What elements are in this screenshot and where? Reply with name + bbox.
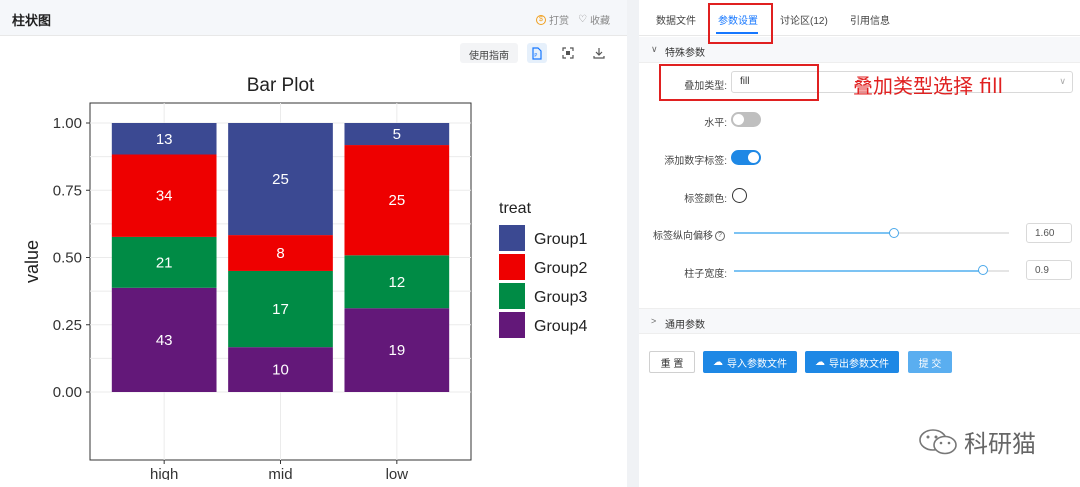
chart-panel: 柱状图 $ 打赏 ♡ 收藏 使用指南 P 43 21 34 13 high 10 17 8 25… [0, 0, 627, 487]
bar-width-input[interactable]: 0.9 [1026, 260, 1072, 280]
data-label: 5 [393, 126, 401, 143]
data-label: 25 [388, 192, 405, 209]
bar-width-label: 柱子宽度: [684, 269, 727, 280]
tab-data-file[interactable]: 数据文件 [656, 12, 696, 27]
data-label: 12 [388, 274, 405, 291]
annotation-box-stack-type [659, 64, 819, 101]
y-axis-label: value [22, 240, 42, 283]
special-params-section[interactable]: ∨ 特殊参数 [639, 37, 1080, 63]
y-tick-label: 0.75 [53, 182, 82, 199]
watermark: 科研猫 [918, 424, 1036, 459]
bar-width-handle[interactable] [978, 265, 988, 275]
import-label: 导入参数文件 [727, 358, 787, 370]
wechat-icon [919, 428, 957, 454]
reset-label: 重 置 [660, 358, 684, 370]
annotation-text: 叠加类型选择 fill [853, 74, 1004, 98]
horizontal-label: 水平: [704, 118, 727, 129]
x-tick-label: low [386, 466, 409, 480]
tab-citation[interactable]: 引用信息 [850, 12, 890, 27]
legend-label: Group2 [534, 260, 587, 277]
cloud-download-icon: ☁ [815, 356, 825, 368]
data-label: 19 [388, 342, 405, 359]
cloud-upload-icon: ☁ [713, 356, 723, 368]
help-icon[interactable]: ? [715, 231, 725, 242]
special-params-label: 特殊参数 [665, 48, 705, 59]
file-icon[interactable]: P [527, 43, 547, 63]
app-root: 柱状图 $ 打赏 ♡ 收藏 使用指南 P 43 21 34 13 high 10 17 8 25… [0, 0, 1080, 487]
y-tick-label: 0.25 [53, 317, 82, 334]
y-tick-label: 0.00 [53, 384, 82, 401]
download-icon[interactable] [589, 43, 609, 63]
label-offset-fill [734, 232, 894, 234]
page-title: 柱状图 [12, 13, 52, 28]
data-label: 21 [156, 254, 173, 271]
chart-panel-header: 柱状图 $ 打赏 ♡ 收藏 [0, 0, 627, 36]
chevron-right-icon: > [651, 316, 657, 326]
legend-label: Group4 [534, 318, 587, 335]
y-tick-label: 1.00 [53, 115, 82, 132]
guide-button[interactable]: 使用指南 [460, 43, 518, 63]
general-params-section[interactable]: > 通用参数 [639, 308, 1080, 334]
tab-bar: 数据文件 参数设置 讨论区(12) 引用信息 [639, 0, 1080, 36]
bar-chart: 43 21 34 13 high 10 17 8 25 mid 19 12 25 5 low 0.00 0.25… [22, 75, 587, 480]
chevron-down-icon: ∨ [1059, 76, 1066, 86]
data-label: 17 [272, 301, 289, 318]
legend-label: Group1 [534, 231, 587, 248]
x-tick-label: high [150, 466, 178, 480]
annotation-box-tab [708, 3, 773, 44]
legend-swatch [499, 225, 525, 251]
data-label: 10 [272, 362, 289, 379]
data-label: 34 [156, 188, 173, 205]
bar-width-fill [734, 270, 983, 272]
add-labels-label: 添加数字标签: [664, 156, 727, 167]
add-labels-toggle[interactable] [731, 150, 761, 165]
data-label: 8 [276, 245, 284, 262]
submit-label: 提 交 [918, 358, 942, 370]
legend-label: Group3 [534, 289, 587, 306]
label-color-label: 标签颜色: [684, 194, 727, 205]
reward-label: 打赏 [549, 16, 569, 27]
expand-icon[interactable] [558, 43, 578, 63]
label-color-picker[interactable] [732, 188, 747, 203]
label-offset-label: 标签纵向偏移 [653, 231, 713, 242]
legend-swatch [499, 254, 525, 280]
submit-button[interactable]: 提 交 [908, 351, 952, 373]
data-label: 43 [156, 332, 173, 349]
label-offset-handle[interactable] [889, 228, 899, 238]
chart-title: Bar Plot [247, 75, 315, 96]
watermark-text: 科研猫 [964, 430, 1036, 458]
y-tick-label: 0.50 [53, 250, 82, 267]
toggle-knob [733, 114, 744, 125]
legend-title: treat [499, 200, 532, 217]
svg-text:P: P [534, 53, 537, 59]
general-params-label: 通用参数 [665, 320, 705, 331]
heart-icon: ♡ [578, 14, 587, 25]
x-tick-label: mid [268, 466, 292, 480]
favorite-button[interactable]: ♡ 收藏 [578, 12, 610, 27]
export-label: 导出参数文件 [829, 358, 889, 370]
label-offset-input[interactable]: 1.60 [1026, 223, 1072, 243]
panel-divider [627, 0, 639, 487]
data-label: 13 [156, 131, 173, 148]
reset-button[interactable]: 重 置 [649, 351, 695, 373]
toggle-knob [748, 152, 759, 163]
horizontal-toggle[interactable] [731, 112, 761, 127]
reward-button[interactable]: $ 打赏 [536, 12, 569, 27]
import-params-button[interactable]: ☁ 导入参数文件 [703, 351, 797, 373]
tab-discussion[interactable]: 讨论区(12) [780, 12, 828, 27]
legend-swatch [499, 283, 525, 309]
label-offset-label-wrap: 标签纵向偏移? [639, 227, 725, 242]
favorite-label: 收藏 [589, 16, 610, 27]
data-label: 25 [272, 171, 289, 188]
chevron-down-icon: ∨ [651, 44, 658, 54]
legend-swatch [499, 312, 525, 338]
coin-icon: $ [536, 14, 546, 25]
export-params-button[interactable]: ☁ 导出参数文件 [805, 351, 899, 373]
